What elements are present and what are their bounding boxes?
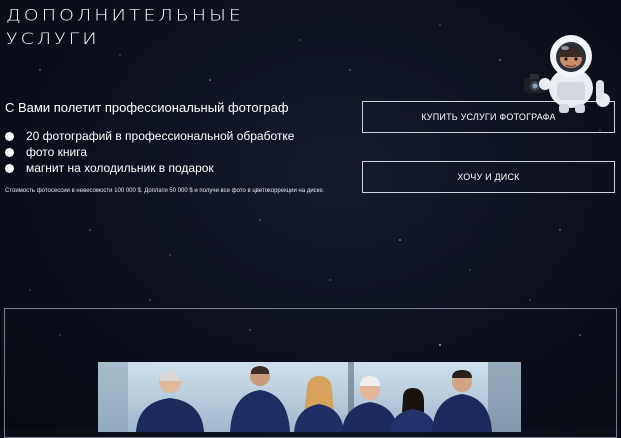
bullet-icon	[5, 147, 14, 157]
section-title: ДОПОЛНИТЕЛЬНЫЕ УСЛУГИ	[6, 4, 244, 52]
crew-photo	[98, 362, 521, 432]
services-list: 20 фотографий в профессиональной обработ…	[5, 128, 294, 176]
want-disk-button[interactable]: ХОЧУ И ДИСК	[362, 161, 615, 193]
list-item: магнит на холодильник в подарок	[5, 160, 294, 176]
service-label: фото книга	[26, 145, 88, 159]
service-label: магнит на холодильник в подарок	[26, 161, 214, 175]
section-title-line2: УСЛУГИ	[6, 30, 100, 49]
photographer-intro: С Вами полетит профессиональный фотограф	[5, 100, 289, 115]
list-item: фото книга	[5, 144, 294, 160]
bullet-icon	[5, 163, 14, 173]
section-title-line1: ДОПОЛНИТЕЛЬНЫЕ	[6, 6, 244, 25]
bullet-icon	[5, 131, 14, 141]
service-label: 20 фотографий в профессиональной обработ…	[26, 129, 295, 143]
list-item: 20 фотографий в профессиональной обработ…	[5, 128, 294, 144]
price-note: Стоимость фотосессии в невесомости 100 0…	[5, 188, 325, 194]
astronaut-photographer-icon	[524, 35, 610, 113]
